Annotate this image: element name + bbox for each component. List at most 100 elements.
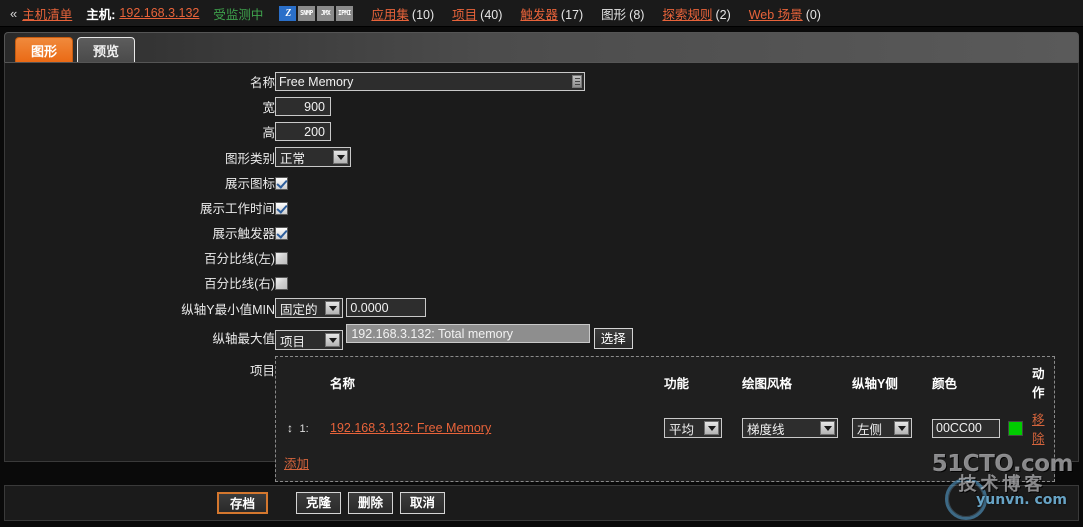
delete-button[interactable]: 删除 <box>348 492 394 514</box>
items-box: 名称 功能 绘图风格 纵轴Y侧 颜色 动作 ↕ 1: 192.168.3.132… <box>275 356 1055 483</box>
jmx-icon[interactable]: JMX <box>317 5 335 21</box>
tab-bar: 图形 预览 <box>4 32 1079 62</box>
col-function: 功能 <box>664 376 690 391</box>
nav-triggers-label[interactable]: 触发器 <box>520 8 558 22</box>
items-add-row: 添加 <box>284 448 1046 473</box>
host-status-text: 受监测中 <box>213 7 264 22</box>
chevron-down-icon <box>325 333 340 348</box>
percentile-left-checkbox[interactable] <box>275 251 288 265</box>
item-function-select[interactable]: 平均 <box>664 418 722 439</box>
host-label: 主机: <box>86 7 116 22</box>
ymax-item-value[interactable]: 192.168.3.132: Total memory <box>346 324 591 344</box>
form-row-name: 名称 <box>5 69 1055 94</box>
ymax-label: 纵轴最大值 <box>212 331 275 346</box>
nav-graphs: 图形 (8) <box>601 4 644 23</box>
percentile-left-label: 百分比线(左) <box>204 252 275 266</box>
table-row: ↕ 1: 192.168.3.132: Free Memory 平均 梯度线 左… <box>284 408 1046 448</box>
col-draw-style: 绘图风格 <box>742 376 793 391</box>
ymin-type-value: 固定的 <box>280 302 318 317</box>
form-row-ymax: 纵轴最大值 项目 192.168.3.132: Total memory 选择 <box>5 321 1055 353</box>
breadcrumb-chevron-icon: « <box>10 5 18 21</box>
nav-items-label[interactable]: 项目 <box>452 8 477 22</box>
percentile-right-label: 百分比线(右) <box>204 277 275 291</box>
width-input[interactable] <box>275 97 331 116</box>
ymax-select-button[interactable]: 选择 <box>593 328 633 350</box>
item-y-side-select[interactable]: 左侧 <box>852 418 912 439</box>
show-working-time-label: 展示工作时间 <box>199 202 275 216</box>
host-name-link[interactable]: 192.168.3.132 <box>119 6 199 20</box>
form-row-show-triggers: 展示触发器 <box>5 220 1055 245</box>
items-table: 名称 功能 绘图风格 纵轴Y侧 颜色 动作 ↕ 1: 192.168.3.132… <box>284 363 1046 473</box>
nav-web-scenarios[interactable]: Web 场景 (0) <box>749 4 821 23</box>
percentile-right-checkbox[interactable] <box>275 276 288 290</box>
show-legend-label: 展示图标 <box>224 177 275 191</box>
item-draw-style-select[interactable]: 梯度线 <box>742 418 838 439</box>
show-legend-checkbox[interactable] <box>275 176 288 190</box>
form-row-ymin: 纵轴Y最小值MIN 固定的 <box>5 295 1055 321</box>
nav-discovery-rules-label[interactable]: 探索规则 <box>662 8 712 22</box>
availability-icon-group: Z SNMP JMX IPMI <box>279 5 354 21</box>
save-button[interactable]: 存档 <box>217 492 269 514</box>
graph-type-select[interactable]: 正常 <box>275 147 351 167</box>
items-table-header-row: 名称 功能 绘图风格 纵轴Y侧 颜色 动作 <box>284 363 1046 408</box>
nav-applications[interactable]: 应用集 (10) <box>371 4 434 23</box>
height-input[interactable] <box>275 122 331 141</box>
nav-triggers[interactable]: 触发器 (17) <box>520 4 583 23</box>
name-input[interactable] <box>275 72 585 91</box>
col-name: 名称 <box>330 376 356 391</box>
ymin-label: 纵轴Y最小值MIN <box>181 302 275 317</box>
nav-applications-label[interactable]: 应用集 <box>371 8 409 22</box>
show-triggers-label: 展示触发器 <box>212 227 275 241</box>
tab-graph[interactable]: 图形 <box>15 37 73 62</box>
resize-grip-icon[interactable] <box>572 75 582 88</box>
ymax-type-value: 项目 <box>280 334 306 349</box>
form-row-graph-type: 图形类别 正常 <box>5 144 1055 170</box>
item-color-swatch[interactable] <box>1008 421 1024 437</box>
chevron-down-icon <box>333 150 348 164</box>
clone-button[interactable]: 克隆 <box>296 492 342 514</box>
nav-applications-count: (10) <box>411 7 435 22</box>
nav-web-scenarios-label[interactable]: Web 场景 <box>749 8 803 22</box>
add-item-link[interactable]: 添加 <box>284 457 309 471</box>
chevron-down-icon <box>704 421 719 436</box>
nav-discovery-rules-count: (2) <box>715 7 731 22</box>
nav-graphs-count: (8) <box>629 7 645 22</box>
page-header: « 主机清单 主机: 192.168.3.132 受监测中 Z SNMP JMX… <box>0 0 1083 27</box>
name-label: 名称 <box>249 76 275 90</box>
item-color-input[interactable] <box>932 418 1000 438</box>
row-index: 1: <box>299 423 309 436</box>
zabbix-agent-icon[interactable]: Z <box>279 5 297 21</box>
form-row-percentile-left: 百分比线(左) <box>5 245 1055 270</box>
nav-items[interactable]: 项目 (40) <box>452 4 502 23</box>
ymin-type-select[interactable]: 固定的 <box>275 298 343 319</box>
show-triggers-checkbox[interactable] <box>275 226 288 240</box>
graph-type-value: 正常 <box>280 151 306 166</box>
tab-preview[interactable]: 预览 <box>77 37 135 62</box>
item-remove-link[interactable]: 移除 <box>1032 413 1045 446</box>
item-name-link[interactable]: 192.168.3.132: Free Memory <box>330 421 491 435</box>
snmp-icon[interactable]: SNMP <box>298 5 316 21</box>
nav-discovery-rules[interactable]: 探索规则 (2) <box>662 4 730 23</box>
ymin-value-input[interactable] <box>346 298 427 317</box>
col-color: 颜色 <box>932 376 958 391</box>
show-working-time-checkbox[interactable] <box>275 201 288 215</box>
ipmi-icon[interactable]: IPMI <box>336 5 354 21</box>
form-row-items: 项目 名称 功能 绘图风格 纵轴Y侧 颜色 动作 ↕ 1: 192.168.3.… <box>5 353 1055 485</box>
width-label: 宽 <box>262 101 275 115</box>
form-row-width: 宽 <box>5 94 1055 119</box>
ymax-type-select[interactable]: 项目 <box>275 330 343 351</box>
drag-handle-icon[interactable]: ↕ <box>284 421 296 435</box>
host-list-link[interactable]: 主机清单 <box>22 4 72 23</box>
col-action: 动作 <box>1032 367 1045 401</box>
graph-form-panel: 名称 宽 高 图形类别 正常 <box>4 62 1079 483</box>
chevron-down-icon <box>325 301 340 316</box>
item-y-side-value: 左侧 <box>857 422 883 437</box>
form-row-percentile-right: 百分比线(右) <box>5 270 1055 295</box>
nav-items-count: (40) <box>480 7 503 22</box>
item-draw-style-value: 梯度线 <box>747 422 785 437</box>
nav-web-scenarios-count: (0) <box>805 7 821 22</box>
nav-graphs-label: 图形 <box>601 7 627 22</box>
cancel-button[interactable]: 取消 <box>400 492 446 514</box>
items-label: 项目 <box>249 364 275 379</box>
height-label: 高 <box>262 126 275 140</box>
